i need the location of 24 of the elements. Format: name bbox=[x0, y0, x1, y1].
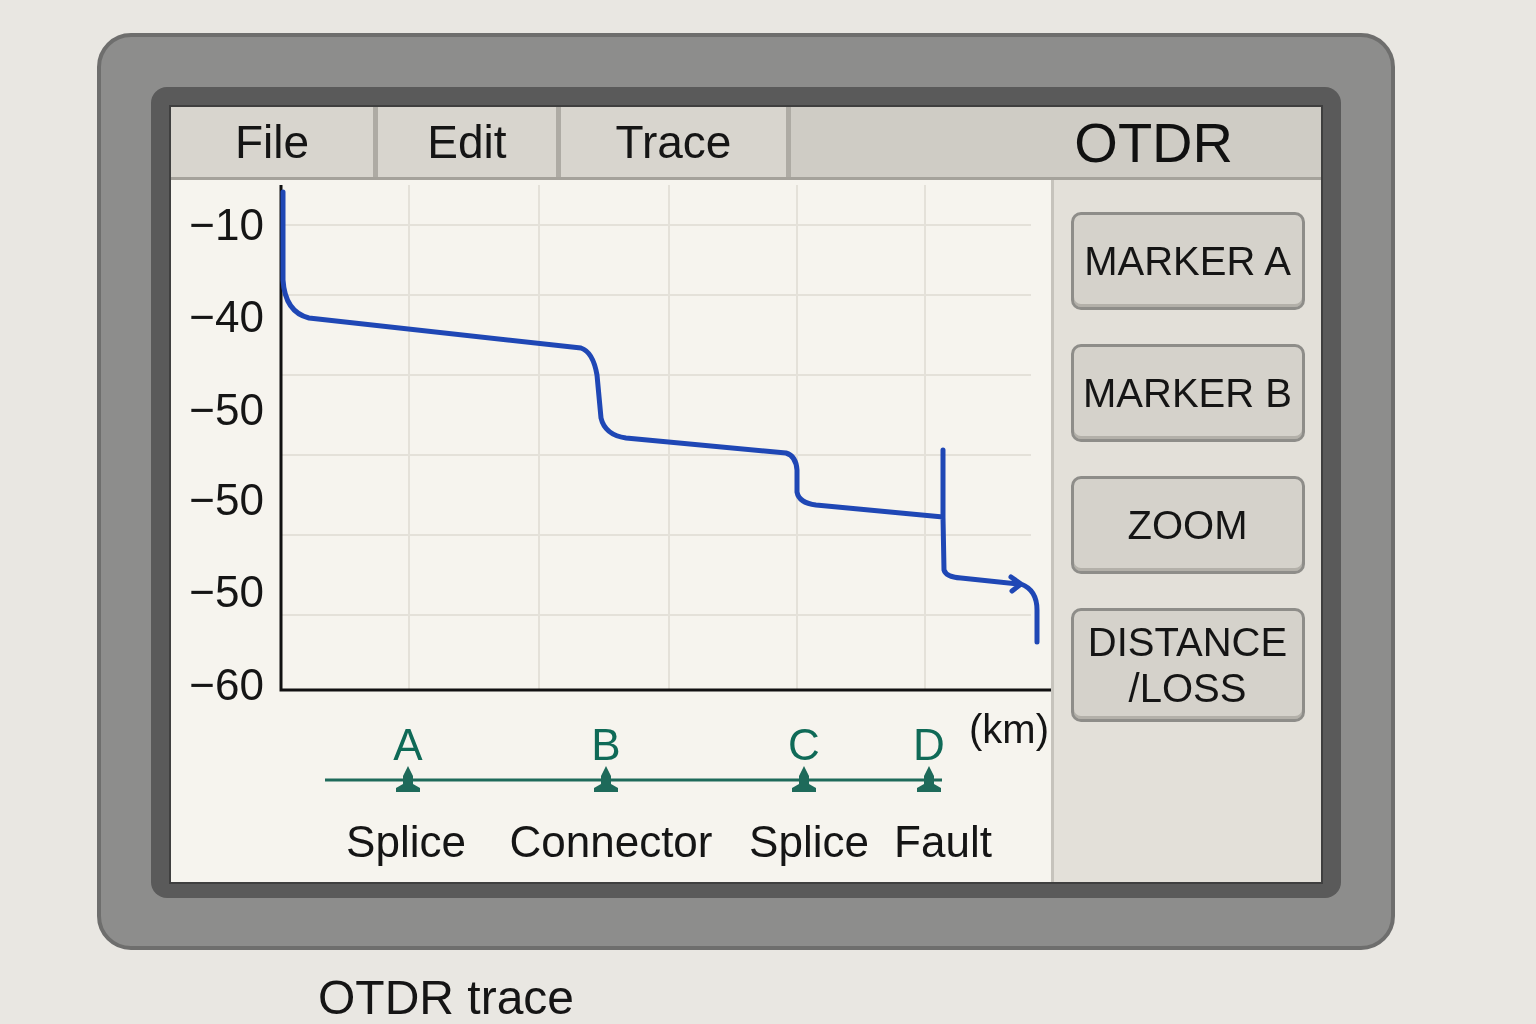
menu-tab[interactable]: File bbox=[171, 107, 378, 177]
event-letter: B bbox=[591, 720, 621, 769]
event-letter: A bbox=[393, 720, 423, 769]
event-label: Fault bbox=[894, 817, 992, 866]
event-letter: C bbox=[788, 720, 820, 769]
y-axis-label: −50 bbox=[189, 475, 264, 524]
event-label: Splice bbox=[346, 817, 466, 866]
y-axis-label: −10 bbox=[189, 200, 264, 249]
caption: OTDR trace bbox=[318, 970, 576, 1024]
event-label: Splice bbox=[749, 817, 869, 866]
soft-key-button[interactable]: ZOOM bbox=[1070, 476, 1305, 574]
device-title: OTDR bbox=[1074, 109, 1233, 175]
y-axis-label: −40 bbox=[189, 292, 264, 341]
y-axis-label: −60 bbox=[189, 660, 264, 709]
soft-key-button[interactable]: MARKER B bbox=[1070, 344, 1305, 442]
x-axis-unit: (km) bbox=[969, 707, 1049, 751]
menu-tab[interactable]: Edit bbox=[378, 107, 561, 177]
soft-key-button[interactable]: DISTANCE /LOSS bbox=[1070, 608, 1305, 722]
soft-key-button[interactable]: MARKER A bbox=[1070, 212, 1305, 310]
event-letter: D bbox=[913, 720, 945, 769]
menu-tab[interactable]: Trace bbox=[561, 107, 791, 177]
y-axis-label: −50 bbox=[189, 567, 264, 616]
y-axis-label: −50 bbox=[189, 385, 264, 434]
event-label: Connector bbox=[509, 817, 713, 866]
